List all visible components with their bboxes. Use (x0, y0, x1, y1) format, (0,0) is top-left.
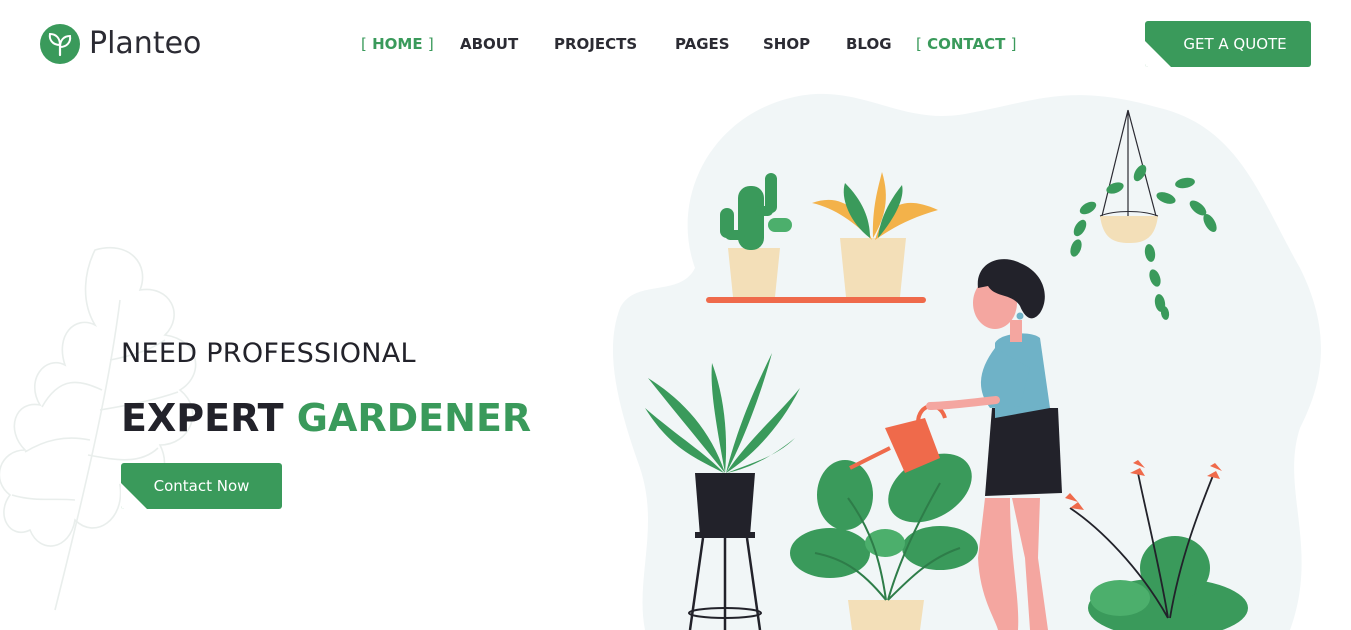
nav-item-label: CONTACT (927, 35, 1006, 53)
gardener-illustration (612, 94, 1321, 630)
nav-item-label: PAGES (675, 35, 730, 53)
bracket-close: ] (427, 35, 434, 53)
hero-title-dark: EXPERT (121, 396, 284, 440)
hero-subtitle: NEED PROFESSIONAL (121, 338, 416, 369)
nav-item-about[interactable]: ABOUT (460, 34, 518, 54)
hero-title-accent: GARDENER (296, 396, 532, 440)
nav-item-pages[interactable]: PAGES (675, 34, 730, 54)
button-corner-decoration (121, 483, 147, 509)
nav-item-label: SHOP (763, 35, 811, 53)
bracket-open: [ (361, 35, 367, 53)
nav-item-label: ABOUT (460, 35, 519, 53)
bracket-close: ] (1010, 35, 1017, 53)
nav-item-label: HOME (372, 35, 423, 53)
get-a-quote-label: GET A QUOTE (1183, 35, 1287, 53)
nav-item-label: PROJECTS (554, 35, 638, 53)
hero-title: EXPERT GARDENER (121, 396, 531, 440)
nav-item-label: BLOG (846, 35, 892, 53)
contact-now-button[interactable]: Contact Now (121, 463, 282, 509)
nav-item-blog[interactable]: BLOG (846, 34, 892, 54)
nav-item-projects[interactable]: PROJECTS (554, 34, 637, 54)
button-corner-decoration (1145, 41, 1171, 67)
nav-item-home[interactable]: [ HOME ] (361, 34, 434, 54)
contact-now-label: Contact Now (153, 477, 250, 495)
nav-item-shop[interactable]: SHOP (763, 34, 810, 54)
nav-item-contact[interactable]: [ CONTACT ] (916, 34, 1016, 54)
get-a-quote-button[interactable]: GET A QUOTE (1145, 21, 1311, 67)
wall-shelf (706, 297, 926, 303)
bracket-open: [ (916, 35, 922, 53)
